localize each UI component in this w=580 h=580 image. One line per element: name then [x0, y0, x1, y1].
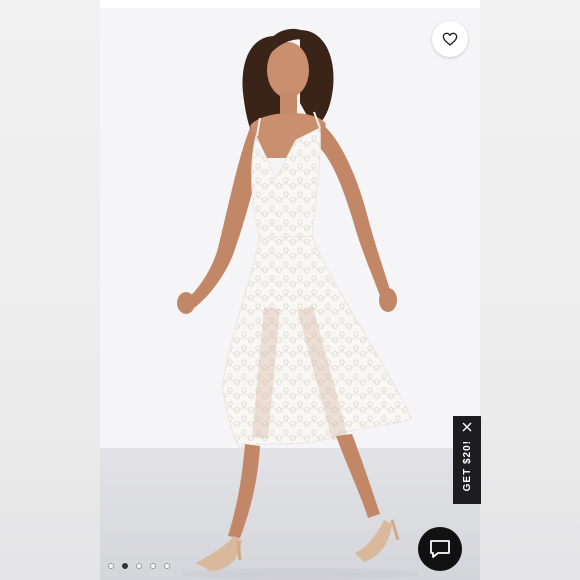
carousel-dot[interactable]	[164, 563, 170, 569]
chat-bubble-icon	[430, 540, 450, 558]
listing-photo-frame: GET $20!	[0, 0, 580, 580]
carousel-dot[interactable]	[136, 563, 142, 569]
heart-icon	[442, 32, 458, 46]
close-icon	[462, 422, 472, 432]
promo-close-button[interactable]	[453, 416, 481, 438]
promo-label: GET $20!	[461, 440, 473, 492]
carousel-indicators	[108, 563, 170, 569]
chat-button[interactable]	[418, 527, 462, 571]
like-button[interactable]	[432, 21, 468, 57]
carousel-dot[interactable]	[108, 563, 114, 569]
carousel-dot[interactable]	[150, 563, 156, 569]
promo-tab[interactable]: GET $20!	[453, 416, 481, 504]
right-blur-panel	[480, 0, 580, 580]
model-in-lace-dress-image	[100, 8, 480, 580]
left-blur-panel	[0, 0, 100, 580]
product-photo[interactable]	[100, 8, 480, 580]
carousel-dot[interactable]	[122, 563, 128, 569]
